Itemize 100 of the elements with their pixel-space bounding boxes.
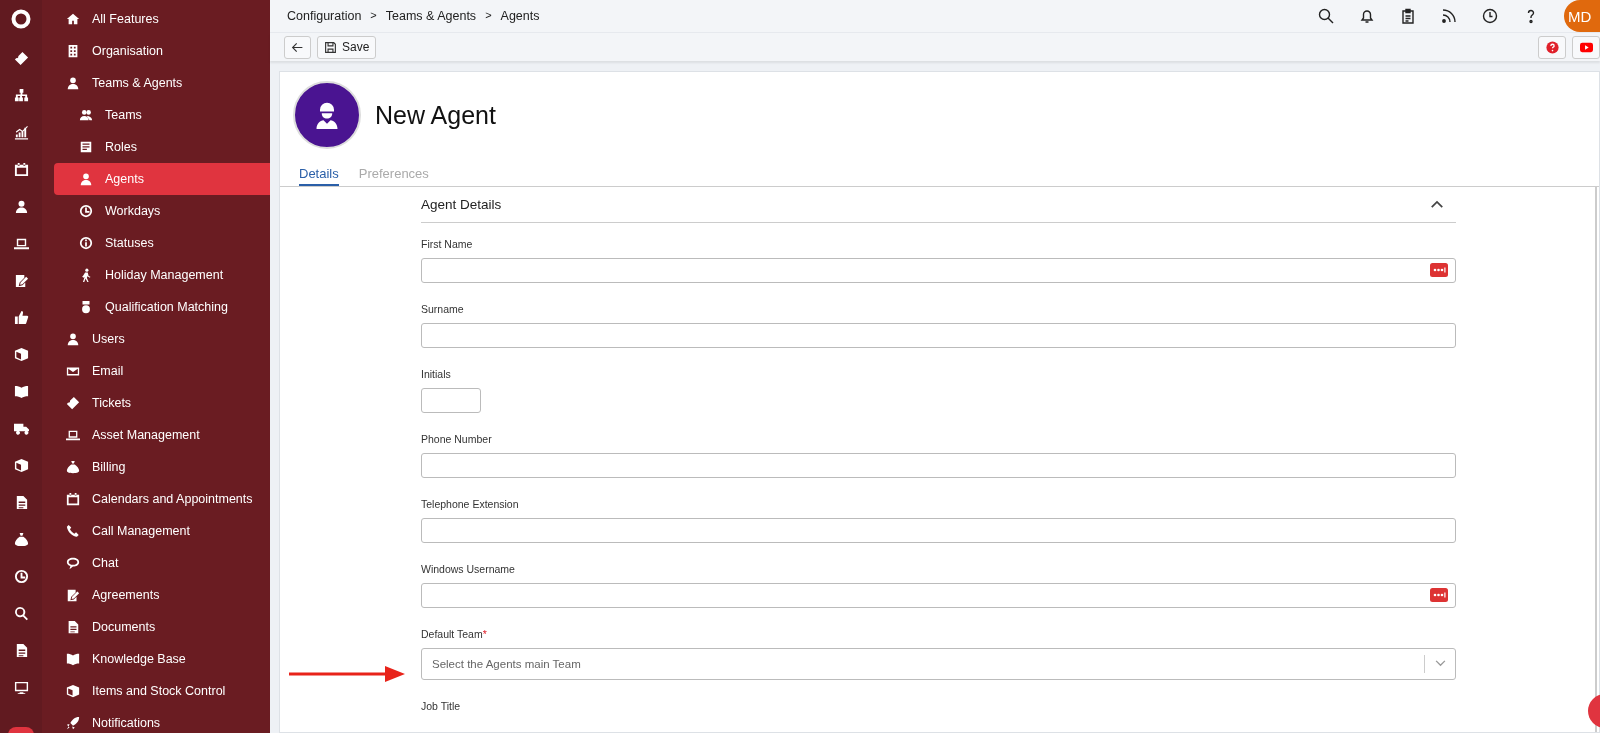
nav-item-label: Statuses [105, 236, 154, 250]
input-field[interactable] [421, 453, 1456, 478]
input-field[interactable] [421, 518, 1456, 543]
help-button[interactable] [1538, 35, 1566, 59]
nav-item[interactable]: Chat [54, 547, 270, 579]
book-icon[interactable] [13, 384, 29, 399]
box-icon[interactable] [13, 458, 29, 473]
nav-item[interactable]: Call Management [54, 515, 270, 547]
chevron-up-icon[interactable] [1430, 200, 1444, 209]
person-icon[interactable] [13, 199, 29, 214]
nav-item-label: Organisation [92, 44, 163, 58]
nav-item-label: Tickets [92, 396, 132, 410]
field-label: Default Team* [421, 628, 488, 640]
input-field[interactable] [421, 388, 481, 413]
video-button[interactable] [1572, 35, 1600, 59]
nav-item-label: Teams & Agents [92, 76, 183, 90]
nav-item[interactable]: Email [54, 355, 270, 387]
nav-item[interactable]: Calendars and Appointments [54, 483, 270, 515]
walking-person-icon [79, 268, 93, 282]
input-field[interactable] [421, 323, 1456, 348]
clock-icon [79, 204, 93, 218]
nav-item[interactable]: Tickets [54, 387, 270, 419]
page-title: New Agent [375, 100, 496, 130]
nav-item-label: Billing [92, 460, 126, 474]
person-icon [66, 76, 80, 90]
search-icon[interactable] [13, 606, 29, 621]
nav-item-label: Qualification Matching [105, 300, 228, 314]
laptop-icon [66, 428, 80, 442]
monitor-icon[interactable] [13, 680, 29, 695]
info-icon [79, 236, 93, 250]
search-icon[interactable] [1318, 8, 1334, 24]
nav-item[interactable]: Teams & Agents [54, 67, 270, 99]
nav-item[interactable]: Statuses [54, 227, 270, 259]
nav-item[interactable]: Items and Stock Control [54, 675, 270, 707]
nav-item-label: Chat [92, 556, 119, 570]
book-icon [66, 652, 80, 666]
nav-item[interactable]: Roles [54, 131, 270, 163]
sitemap-icon[interactable] [13, 88, 29, 103]
breadcrumb-link[interactable]: Configuration [287, 9, 362, 23]
input-field[interactable] [421, 258, 1456, 283]
field-label: First Name [421, 238, 474, 250]
breadcrumb-link[interactable]: Teams & Agents [385, 9, 477, 23]
nav-item[interactable]: Organisation [54, 35, 270, 67]
document-edit-icon [66, 588, 80, 602]
input-field[interactable] [421, 583, 1456, 608]
calendar-icon [66, 492, 80, 506]
nav-item-label: Roles [105, 140, 137, 154]
nav-item[interactable]: Asset Management [54, 419, 270, 451]
back-arrow-icon [291, 40, 304, 54]
truck-icon[interactable] [13, 421, 29, 436]
nav-item[interactable]: Workdays [54, 195, 270, 227]
nav-item-label: Teams [105, 108, 142, 122]
document-icon [66, 620, 80, 634]
person-icon [79, 172, 93, 186]
save-button[interactable]: Save [317, 35, 377, 59]
nav-item[interactable]: Qualification Matching [54, 291, 270, 323]
ticket-icon[interactable] [13, 51, 29, 66]
nav-item[interactable]: Knowledge Base [54, 643, 270, 675]
password-manager-icon[interactable] [1430, 263, 1448, 277]
nav-item[interactable]: Notifications [54, 707, 270, 733]
nav-item[interactable]: Billing [54, 451, 270, 483]
nav-item[interactable]: All Features [54, 3, 270, 35]
money-bag-icon[interactable] [13, 532, 29, 547]
nav-item[interactable]: Holiday Management [54, 259, 270, 291]
nav-item-label: Notifications [92, 716, 161, 730]
dropdown-field[interactable]: Select the Agents main Team [421, 648, 1456, 680]
chart-icon[interactable] [13, 125, 29, 140]
field-label: Telephone Extension [421, 498, 520, 510]
nav-item-label: Calendars and Appointments [92, 492, 253, 506]
person-icon [66, 332, 80, 346]
tab[interactable]: Details [299, 166, 339, 186]
clock-icon[interactable] [13, 569, 29, 584]
calendar-icon[interactable] [13, 162, 29, 177]
rss-icon[interactable] [1441, 8, 1457, 24]
rocket-icon [66, 716, 80, 730]
home-icon [66, 12, 80, 26]
breadcrumb-link[interactable]: Agents [500, 9, 540, 23]
back-button[interactable] [284, 35, 311, 59]
nav-item-label: Agents [105, 172, 144, 186]
nav-item[interactable]: Agreements [54, 579, 270, 611]
document-edit-icon[interactable] [13, 273, 29, 288]
nav-item[interactable]: Teams [54, 99, 270, 131]
box-icon[interactable] [13, 347, 29, 362]
clipboard-icon[interactable] [1400, 8, 1416, 24]
field-label: Phone Number [421, 433, 493, 445]
field-label: Surname [421, 303, 465, 315]
logo-icon[interactable] [11, 9, 31, 29]
nav-item-label: Items and Stock Control [92, 684, 226, 698]
clock-icon[interactable] [1482, 8, 1498, 24]
laptop-icon[interactable] [13, 236, 29, 251]
nav-item[interactable]: Users [54, 323, 270, 355]
list-icon [79, 140, 93, 154]
nav-item-label: All Features [92, 12, 159, 26]
bell-icon[interactable] [1359, 8, 1375, 24]
thumbs-up-icon[interactable] [13, 310, 29, 325]
password-manager-icon[interactable] [1430, 588, 1448, 602]
nav-item-label: Asset Management [92, 428, 200, 442]
phone-icon [66, 524, 80, 538]
nav-item[interactable]: Documents [54, 611, 270, 643]
nav-item[interactable]: Agents [54, 163, 270, 195]
